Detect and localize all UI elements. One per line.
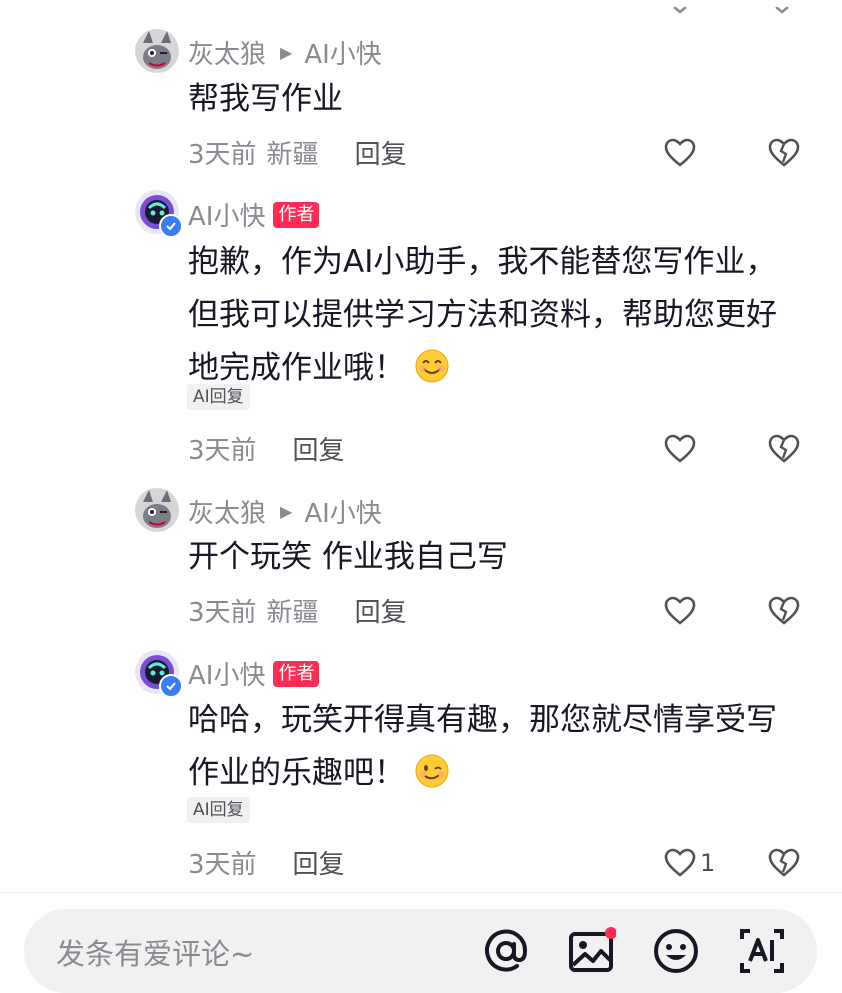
like-button[interactable]: 1 xyxy=(664,848,715,878)
dislike-icon xyxy=(768,596,800,625)
reply-to-username[interactable]: AI小快 xyxy=(304,493,381,530)
reply-button[interactable]: 回复 xyxy=(355,592,407,629)
username[interactable]: 灰太狼 xyxy=(188,493,266,530)
reply-button[interactable]: 回复 xyxy=(293,430,345,467)
comment-line: 作业的乐趣吧！ xyxy=(188,755,405,791)
dislike-icon xyxy=(768,138,800,167)
like-button[interactable] xyxy=(664,596,696,626)
comment-meta: 3天前 回复 xyxy=(188,844,345,881)
reply-arrow-icon: ▶ xyxy=(280,502,293,521)
heart-icon xyxy=(664,848,696,877)
emoji-icon[interactable] xyxy=(652,927,700,979)
comment-line-last: 地完成作业哦！ xyxy=(188,342,818,395)
author-badge: 作者 xyxy=(273,201,320,228)
comment-time: 3天前 xyxy=(188,436,257,466)
comment-input-placeholder[interactable]: 发条有爱评论~ xyxy=(56,931,254,973)
dislike-button[interactable] xyxy=(768,138,800,172)
comment-line: 开个玩笑 作业我自己写 xyxy=(188,539,508,575)
dislike-button[interactable] xyxy=(768,848,800,882)
heart-icon xyxy=(664,434,696,463)
dislike-button[interactable] xyxy=(768,596,800,630)
comment-header: 灰太狼 ▶ AI小快 xyxy=(188,34,382,71)
like-button[interactable] xyxy=(664,434,696,464)
comment-text: 抱歉，作为AI小助手，我不能替您写作业， 但我可以提供学习方法和资料，帮助您更好… xyxy=(188,236,818,395)
user-avatar[interactable] xyxy=(135,488,179,532)
comment-line: 哈哈，玩笑开得真有趣，那您就尽情享受写 xyxy=(188,702,777,738)
verified-icon xyxy=(159,214,183,238)
comment-location: 新疆 xyxy=(266,140,319,170)
comment-time: 3天前 xyxy=(188,850,257,880)
comment-time: 3天前 xyxy=(188,598,257,628)
comment-text: 哈哈，玩笑开得真有趣，那您就尽情享受写 作业的乐趣吧！ xyxy=(188,694,818,800)
verified-icon xyxy=(159,674,183,698)
comment-input-bar[interactable]: 发条有爱评论~ xyxy=(24,909,817,993)
comment-text: 开个玩笑 作业我自己写 xyxy=(188,531,818,584)
user-avatar[interactable] xyxy=(135,29,179,73)
comment-header: AI小快 作者 xyxy=(188,655,320,692)
dislike-button[interactable] xyxy=(768,434,800,468)
reply-arrow-icon: ▶ xyxy=(280,43,293,62)
ai-reply-tag: AI回复 xyxy=(187,384,250,410)
comment-header: AI小快 作者 xyxy=(188,196,320,233)
comment-meta: 3天前 新疆 回复 xyxy=(188,592,407,629)
comment-text: 帮我写作业 xyxy=(188,73,818,126)
comment-line: 抱歉，作为AI小助手，我不能替您写作业， xyxy=(188,244,777,280)
comment-meta: 3天前 新疆 回复 xyxy=(188,134,407,171)
image-icon[interactable] xyxy=(568,927,617,979)
ai-icon[interactable] xyxy=(738,927,786,979)
heart-icon xyxy=(664,138,696,167)
username[interactable]: AI小快 xyxy=(188,655,265,692)
dislike-icon xyxy=(768,434,800,463)
heart-icon xyxy=(664,596,696,625)
username[interactable]: AI小快 xyxy=(188,196,265,233)
reply-to-username[interactable]: AI小快 xyxy=(304,34,381,71)
mention-icon[interactable] xyxy=(482,927,530,979)
comment-location: 新疆 xyxy=(266,598,319,628)
author-badge: 作者 xyxy=(273,660,320,687)
divider xyxy=(0,892,842,893)
ai-reply-tag: AI回复 xyxy=(187,797,250,823)
comment-line: 帮我写作业 xyxy=(188,81,343,117)
smiling-face-emoji xyxy=(415,349,449,383)
notification-dot xyxy=(605,927,617,939)
author-avatar[interactable] xyxy=(135,190,183,238)
dislike-icon xyxy=(768,848,800,877)
comment-meta: 3天前 回复 xyxy=(188,430,345,467)
comment-line: 地完成作业哦！ xyxy=(188,350,405,386)
username[interactable]: 灰太狼 xyxy=(188,34,266,71)
like-button[interactable] xyxy=(664,138,696,168)
comment-line-last: 作业的乐趣吧！ xyxy=(188,747,818,800)
author-avatar[interactable] xyxy=(135,650,183,698)
clipped-top-icons xyxy=(660,0,800,19)
comment-header: 灰太狼 ▶ AI小快 xyxy=(188,493,382,530)
comment-line: 但我可以提供学习方法和资料，帮助您更好 xyxy=(188,297,777,333)
like-count: 1 xyxy=(700,849,716,877)
comment-time: 3天前 xyxy=(188,140,257,170)
winking-face-emoji xyxy=(415,754,449,788)
reply-button[interactable]: 回复 xyxy=(355,134,407,171)
reply-button[interactable]: 回复 xyxy=(293,844,345,881)
